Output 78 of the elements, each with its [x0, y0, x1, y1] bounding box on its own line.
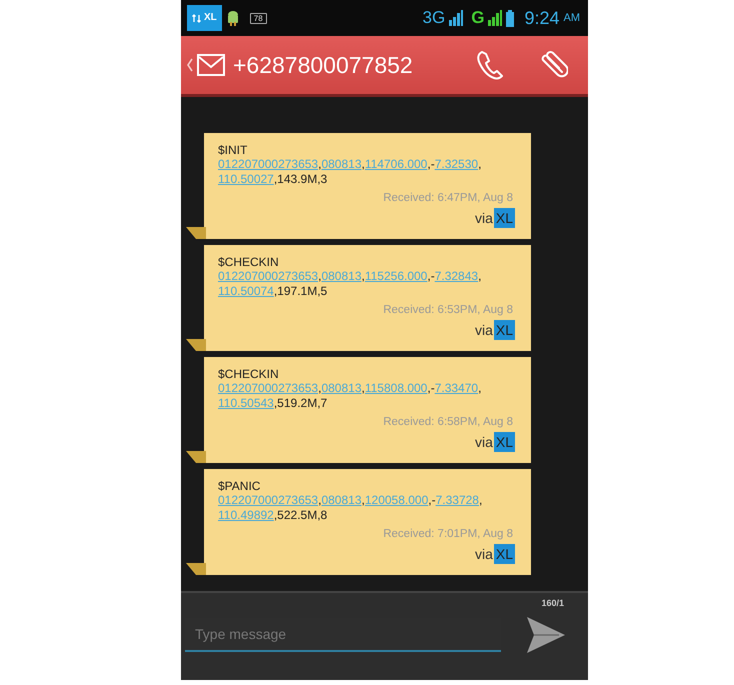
message-link[interactable]: 080813 — [321, 157, 362, 172]
via-label: via — [474, 210, 493, 226]
message-link[interactable]: 012207000273653 — [218, 157, 318, 172]
signal-icon — [488, 10, 502, 26]
message-text: , — [362, 157, 365, 172]
carrier-badge: XL — [187, 5, 222, 31]
message-link[interactable]: 7.33470 — [434, 381, 478, 396]
message-text: , — [362, 269, 365, 284]
clock-meridiem: AM — [564, 12, 580, 24]
message-link[interactable]: 120058.000 — [364, 493, 428, 508]
carrier-tag: XL — [494, 320, 515, 340]
received-time: Received: 7:01PM, Aug 8 — [383, 528, 513, 540]
message-link[interactable]: 080813 — [321, 493, 362, 508]
message-title: $CHECKIN — [218, 367, 279, 381]
bubble-tail — [186, 563, 206, 575]
message-link[interactable]: 114706.000 — [364, 157, 428, 172]
message-link[interactable]: 080813 — [321, 381, 362, 396]
message-text: , — [478, 269, 482, 284]
message-link[interactable]: 110.50074 — [218, 284, 274, 299]
envelope-icon — [197, 54, 225, 76]
clock: 9:24 — [524, 8, 560, 28]
network-label: 3G — [422, 8, 446, 28]
via-label: via — [474, 546, 493, 562]
message-link[interactable]: 110.49892 — [218, 508, 274, 523]
send-icon[interactable] — [525, 616, 565, 654]
received-time: Received: 6:58PM, Aug 8 — [383, 416, 513, 428]
message-composer[interactable]: 160/1 Type message — [181, 591, 588, 680]
bubble-tail — [186, 227, 206, 239]
android-icon — [226, 10, 240, 26]
carrier-tag: XL — [494, 208, 515, 228]
message-text: ,143.9M,3 — [274, 172, 328, 187]
bubble-tail — [186, 339, 206, 351]
message-link[interactable]: 110.50543 — [218, 396, 274, 411]
bubble-tail — [186, 451, 206, 463]
message-link[interactable]: 012207000273653 — [218, 381, 318, 396]
carrier-tag: XL — [494, 432, 515, 452]
carrier-tag: XL — [494, 544, 515, 564]
back-icon[interactable] — [187, 58, 193, 72]
message-text: , — [318, 381, 322, 396]
received-time: Received: 6:47PM, Aug 8 — [383, 192, 513, 204]
message-title: $PANIC — [218, 479, 260, 493]
message-link[interactable]: 110.50027 — [218, 172, 274, 187]
message-link[interactable]: 7.32530 — [434, 157, 478, 172]
message-text: ,- — [427, 157, 435, 172]
message-link[interactable]: 080813 — [321, 269, 362, 284]
message-link[interactable]: 7.32843 — [434, 269, 478, 284]
message-text: ,519.2M,7 — [274, 396, 328, 411]
message-link[interactable]: 012207000273653 — [218, 493, 318, 508]
message-text: ,- — [427, 269, 435, 284]
message-link[interactable]: 115256.000 — [364, 269, 428, 284]
signal-icon — [449, 10, 464, 26]
message-text: ,197.1M,5 — [274, 284, 328, 299]
contact-number: +6287800077852 — [233, 52, 413, 78]
message-text: , — [478, 493, 482, 508]
message-text: ,- — [427, 381, 435, 396]
character-counter: 160/1 — [541, 598, 564, 608]
message-link[interactable]: 115808.000 — [364, 381, 428, 396]
message-link[interactable]: 012207000273653 — [218, 269, 318, 284]
message-link[interactable]: 7.33728 — [436, 493, 479, 508]
battery-badge: 78 — [250, 12, 267, 24]
data-arrows-icon — [192, 14, 201, 22]
message-text: , — [362, 493, 365, 508]
message-title: $INIT — [218, 143, 248, 157]
message-text: , — [318, 157, 322, 172]
message-text: , — [318, 493, 322, 508]
received-time: Received: 6:53PM, Aug 8 — [383, 304, 513, 316]
message-text: , — [362, 381, 365, 396]
battery-icon — [506, 10, 514, 26]
message-text: ,- — [428, 493, 436, 508]
network-label: G — [471, 8, 484, 28]
message-text: ,522.5M,8 — [274, 508, 328, 523]
message-text: , — [478, 157, 482, 172]
phone-icon[interactable] — [476, 50, 504, 80]
message-text: , — [318, 269, 322, 284]
via-label: via — [474, 434, 493, 450]
message-title: $CHECKIN — [218, 255, 279, 269]
via-label: via — [474, 322, 493, 338]
message-text: , — [478, 381, 482, 396]
